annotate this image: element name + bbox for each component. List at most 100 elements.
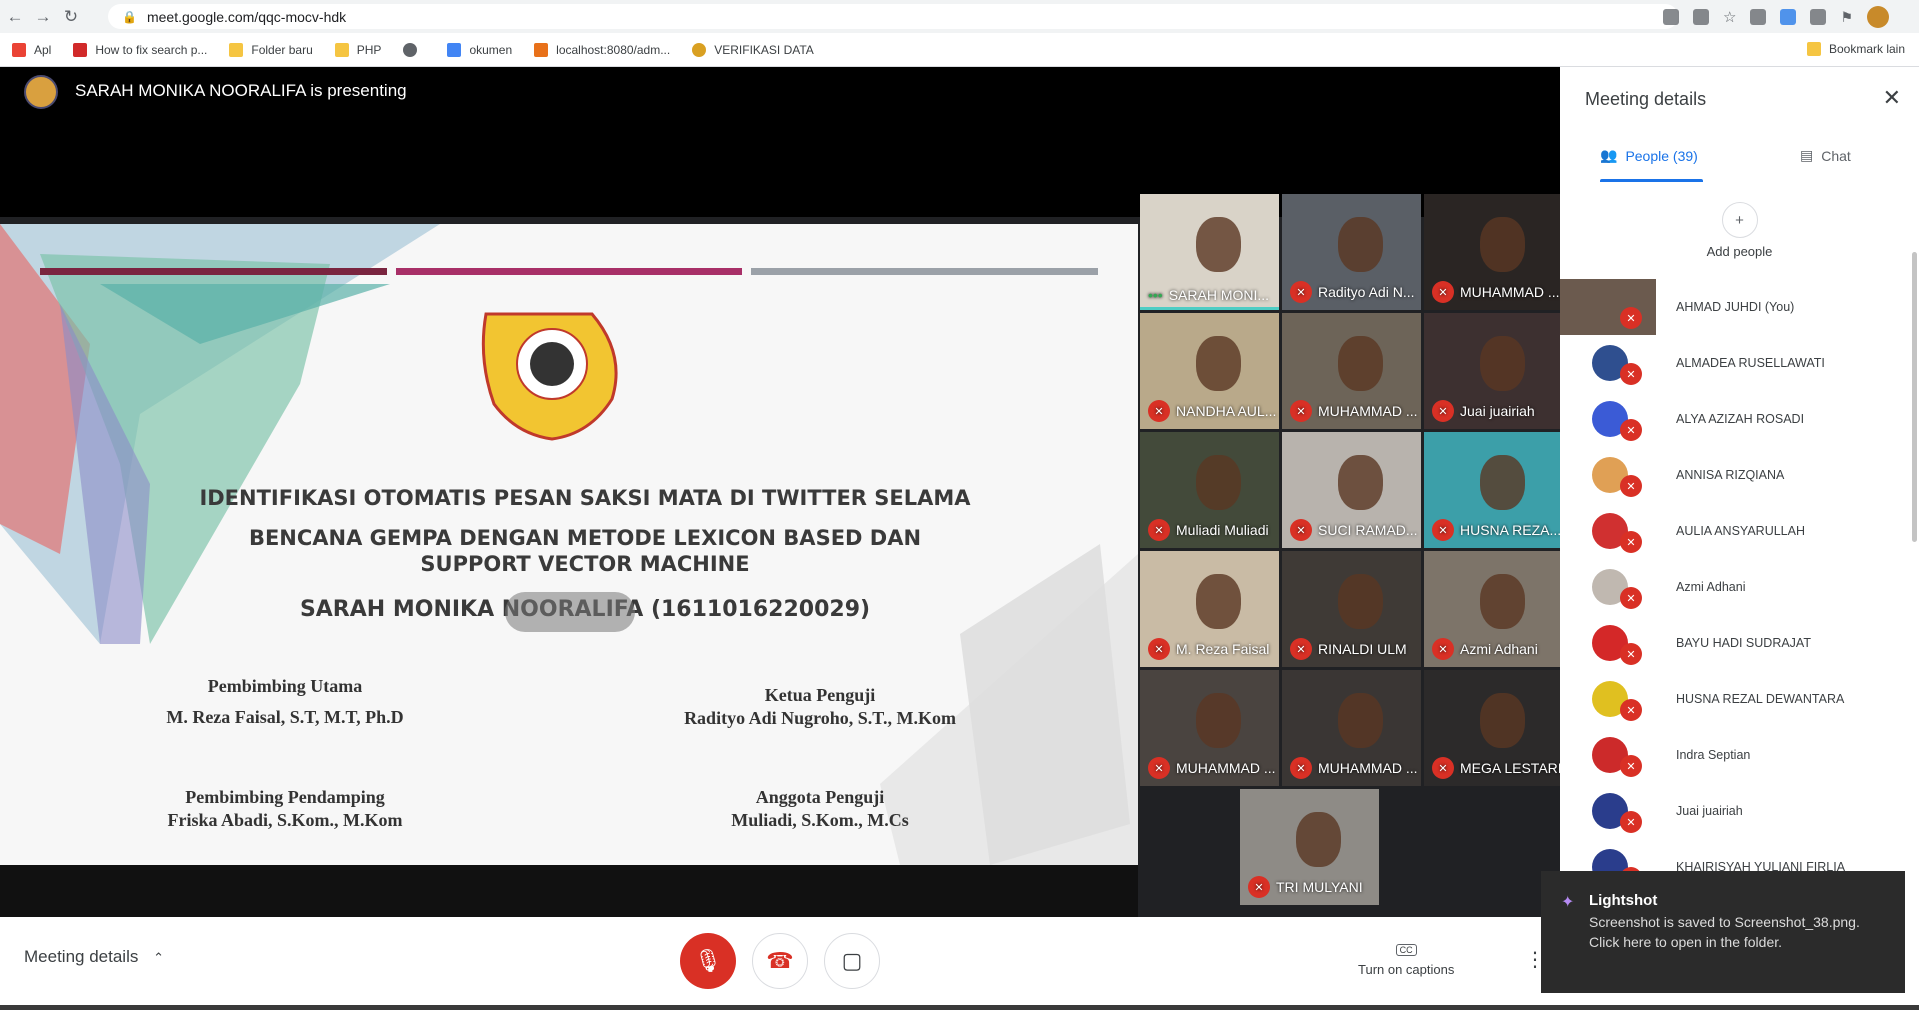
mic-off-icon: ✕ (1290, 638, 1312, 660)
back-icon[interactable]: ← (2, 4, 28, 30)
participant-tile[interactable]: ✕ HUSNA REZA... (1424, 432, 1563, 548)
participant-tile[interactable]: ✕ MUHAMMAD ... (1424, 194, 1563, 310)
meet-controls-bar: Meeting details ⌃ 🎙 ☎ ▢ CC Turn on capti… (0, 917, 1560, 1010)
bookmark-folder[interactable]: Folder baru (229, 42, 313, 57)
bookmark-item[interactable]: How to fix search p... (73, 42, 207, 57)
ketua-penguji: Radityo Adi Nugroho, S.T., M.Kom (684, 708, 956, 728)
participant-list-item[interactable]: ✕ Juai juairiah (1560, 783, 1919, 839)
mic-off-icon: ✕ (1620, 307, 1642, 329)
participant-list-item[interactable]: ✕ ALYA AZIZAH ROSADI (1560, 391, 1919, 447)
add-people-button[interactable]: + Add people (1560, 202, 1919, 259)
participant-name: ✕ Juai juairiah (1432, 400, 1535, 422)
tab-chat[interactable]: ▤ Chat (1800, 147, 1851, 164)
docs-icon (447, 42, 462, 57)
bookmark-item[interactable] (403, 42, 425, 57)
puzzle-icon[interactable]: ⚑ (1840, 9, 1853, 26)
mic-off-icon: ✕ (1148, 519, 1170, 541)
participant-list-item[interactable]: ✕ ANNISA RIZQIANA (1560, 447, 1919, 503)
participant-video (1195, 455, 1241, 511)
mic-off-icon: ✕ (1432, 638, 1454, 660)
mic-off-icon: ✕ (1620, 643, 1642, 665)
bookmark-folder[interactable]: PHP (334, 42, 381, 57)
mic-off-icon: ✕ (1432, 519, 1454, 541)
bookmark-item[interactable]: okumen (447, 42, 512, 57)
participant-list-name: Indra Septian (1676, 748, 1751, 762)
captions-button[interactable]: CC Turn on captions (1358, 941, 1454, 977)
pembimbing-utama-label: Pembimbing Utama (207, 676, 363, 696)
participant-tile[interactable]: ✕ Azmi Adhani (1424, 551, 1563, 667)
bookmark-other[interactable]: Bookmark lain (1806, 42, 1905, 56)
microphone-toggle-button[interactable]: 🎙 (680, 933, 736, 989)
participant-list-item[interactable]: ✕ AHMAD JUHDI (You) (1560, 279, 1919, 335)
pembimbing-pendamping-label: Pembimbing Pendamping (185, 787, 385, 807)
panel-scrollbar[interactable] (1912, 252, 1917, 542)
participant-tile[interactable]: ✕ Radityo Adi N... (1282, 194, 1421, 310)
avatar (1560, 279, 1656, 335)
reload-icon[interactable]: ↻ (58, 4, 84, 30)
bookmark-item[interactable]: localhost:8080/adm... (534, 42, 670, 57)
lock-icon: 🔒 (122, 9, 137, 24)
extension-icon[interactable] (1810, 9, 1827, 25)
participant-video (1195, 693, 1241, 749)
bookmarks-bar: Apl How to fix search p... Folder baru P… (0, 33, 1919, 67)
extension-icon[interactable] (1780, 9, 1797, 25)
star-icon[interactable]: ☆ (1723, 8, 1736, 26)
tab-people[interactable]: 👥 People (39) (1600, 147, 1698, 164)
forward-icon[interactable]: → (30, 4, 56, 30)
participant-tile[interactable]: ✕ Muliadi Muliadi (1140, 432, 1279, 548)
participant-tile[interactable]: ✕ M. Reza Faisal (1140, 551, 1279, 667)
participant-tile[interactable]: ✕ TRI MULYANI (1240, 789, 1379, 905)
participant-name: ✕ NANDHA AUL... (1148, 400, 1276, 422)
participant-name: ✕ M. Reza Faisal (1148, 638, 1269, 660)
mic-off-icon: ✕ (1432, 757, 1454, 779)
speaking-icon: ••• (1148, 287, 1163, 303)
participant-list-item[interactable]: ✕ ALMADEA RUSELLAWATI (1560, 335, 1919, 391)
participant-list-item[interactable]: ✕ AULIA ANSYARULLAH (1560, 503, 1919, 559)
participant-tile[interactable]: ✕ RINALDI ULM (1282, 551, 1421, 667)
participant-list-item[interactable]: ✕ Azmi Adhani (1560, 559, 1919, 615)
participant-list-item[interactable]: ✕ BAYU HADI SUDRAJAT (1560, 615, 1919, 671)
bookmark-item[interactable]: VERIFIKASI DATA (692, 42, 814, 57)
mic-off-icon: ✕ (1148, 400, 1170, 422)
participant-tile[interactable]: ✕ MUHAMMAD ... (1282, 313, 1421, 429)
anggota-penguji-label: Anggota Penguji (755, 787, 885, 807)
participant-tile[interactable]: ✕ MEGA LESTARI (1424, 670, 1563, 786)
panel-title: Meeting details (1585, 89, 1707, 109)
participant-tile[interactable]: ✕ Juai juairiah (1424, 313, 1563, 429)
meeting-details-button[interactable]: Meeting details ⌃ (24, 947, 164, 967)
participant-name: ✕ HUSNA REZA... (1432, 519, 1561, 541)
lightshot-notification[interactable]: ✦ Lightshot Screenshot is saved to Scree… (1541, 871, 1905, 993)
site-icon (692, 42, 707, 57)
participant-tile[interactable]: ✕ NANDHA AUL... (1140, 313, 1279, 429)
address-bar[interactable]: 🔒 meet.google.com/qqc-mocv-hdk (108, 4, 1678, 29)
toast-title: Lightshot (1589, 892, 1658, 909)
folder-icon (334, 42, 349, 57)
slide-title-line3: SUPPORT VECTOR MACHINE (420, 552, 750, 576)
participant-tile[interactable]: ✕ MUHAMMAD ... (1282, 670, 1421, 786)
participant-name: ✕ Radityo Adi N... (1290, 281, 1415, 303)
participant-list-item[interactable]: ✕ HUSNA REZAL DEWANTARA (1560, 671, 1919, 727)
participant-name: ✕ SUCI RAMAD... (1290, 519, 1418, 541)
leave-call-button[interactable]: ☎ (752, 933, 808, 989)
participant-name: ✕ TRI MULYANI (1248, 876, 1363, 898)
mic-off-icon: ✕ (1620, 419, 1642, 441)
slide-title-line2: BENCANA GEMPA DENGAN METODE LEXICON BASE… (248, 526, 922, 550)
bookmark-apps[interactable]: Apl (12, 42, 51, 57)
anggota-penguji: Muliadi, S.Kom., M.Cs (731, 810, 909, 830)
profile-avatar[interactable] (1867, 6, 1889, 28)
mic-off-icon: ✕ (1432, 400, 1454, 422)
camera-icon[interactable] (1662, 9, 1679, 25)
add-person-icon: + (1721, 202, 1758, 238)
close-icon[interactable]: ✕ (1883, 85, 1901, 111)
participant-tile[interactable]: ••• SARAH MONI... (1140, 194, 1279, 310)
presentation-overlay-controls[interactable] (505, 592, 635, 632)
extension-icon[interactable] (1750, 9, 1767, 25)
chevron-up-icon: ⌃ (153, 950, 164, 965)
camera-toggle-button[interactable]: ▢ (824, 933, 880, 989)
participant-tile[interactable]: ✕ MUHAMMAD ... (1140, 670, 1279, 786)
meet-stage: SARAH MONIKA NOORALIFA is presenting IDE… (0, 67, 1563, 917)
participant-list-item[interactable]: ✕ Indra Septian (1560, 727, 1919, 783)
presenter-avatar (24, 75, 58, 109)
participant-tile[interactable]: ✕ SUCI RAMAD... (1282, 432, 1421, 548)
translate-icon[interactable] (1692, 9, 1709, 25)
